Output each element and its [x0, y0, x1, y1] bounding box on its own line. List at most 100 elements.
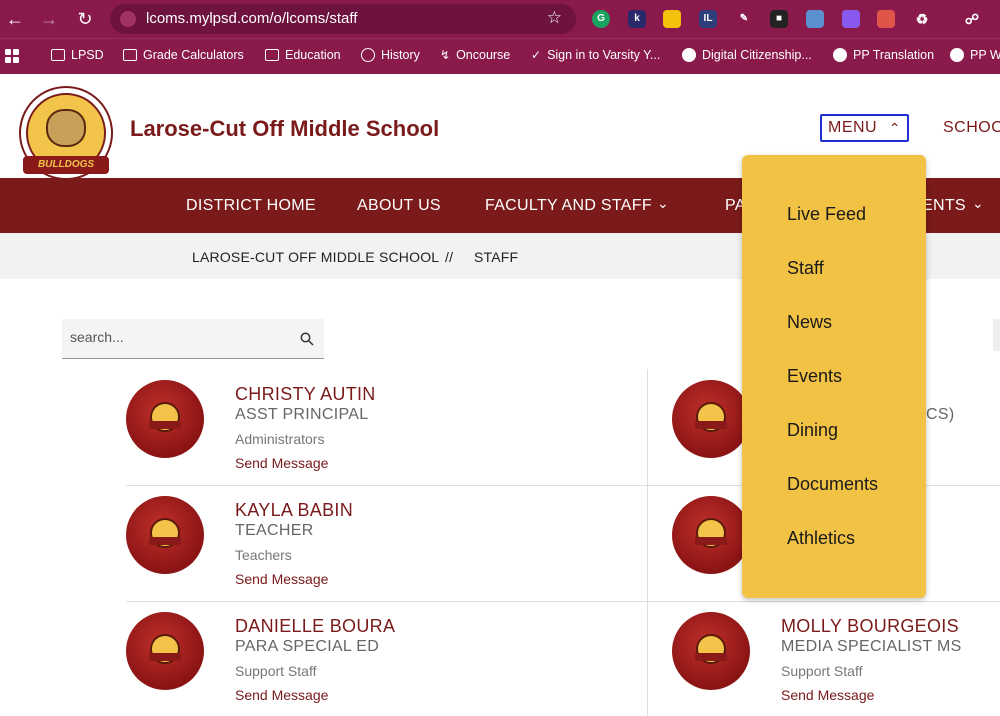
- staff-search: [62, 319, 324, 359]
- send-message-link[interactable]: Send Message: [235, 687, 328, 703]
- back-arrow-icon[interactable]: ←: [4, 8, 26, 30]
- chevron-up-icon: ⌃: [888, 120, 901, 136]
- image-extension-icon[interactable]: [806, 10, 824, 28]
- tab-search-icon[interactable]: ☍: [963, 10, 981, 28]
- bulldogs-badge-icon: [149, 634, 181, 664]
- school-name[interactable]: Larose-Cut Off Middle School: [130, 116, 439, 142]
- staff-card: KAYLA BABIN TEACHER Teachers Send Messag…: [126, 496, 456, 596]
- globe-icon: [950, 48, 964, 62]
- filter-box-edge[interactable]: [993, 319, 1000, 351]
- staff-title: ASST PRINCIPAL: [235, 406, 369, 423]
- bookmark-star-icon[interactable]: ☆: [547, 8, 562, 28]
- il-extension-icon[interactable]: IL: [699, 10, 717, 28]
- send-message-link[interactable]: Send Message: [235, 455, 328, 471]
- bulldogs-badge-icon: [695, 518, 727, 548]
- avatar: [126, 496, 204, 574]
- bulldog-mascot-icon: [46, 109, 86, 147]
- menu-label: MENU: [828, 119, 878, 136]
- staff-title-partial: CS): [926, 406, 955, 423]
- staff-name[interactable]: KAYLA BABIN: [235, 500, 353, 521]
- grammarly-extension-icon[interactable]: G: [592, 10, 610, 28]
- varsity-icon: ✓: [531, 48, 542, 62]
- avatar: [126, 380, 204, 458]
- staff-title: MEDIA SPECIALIST MS: [781, 638, 962, 655]
- breadcrumb-school[interactable]: LAROSE-CUT OFF MIDDLE SCHOOL: [192, 249, 439, 265]
- eyedropper-extension-icon[interactable]: ✎: [735, 10, 753, 28]
- history-clock-icon: [361, 48, 375, 62]
- avatar: [672, 380, 750, 458]
- menu-item-athletics[interactable]: Athletics: [787, 528, 855, 549]
- staff-title: TEACHER: [235, 522, 314, 539]
- send-message-link[interactable]: Send Message: [781, 687, 874, 703]
- chevron-down-icon[interactable]: ⌄: [657, 195, 669, 212]
- bookmark-pp-translation[interactable]: PP Translation: [833, 48, 934, 62]
- menu-item-live-feed[interactable]: Live Feed: [787, 204, 866, 225]
- search-icon[interactable]: [300, 332, 314, 346]
- avatar: [126, 612, 204, 690]
- menu-dropdown: Live Feed Staff News Events Dining Docum…: [742, 155, 926, 598]
- notes-extension-icon[interactable]: [663, 10, 681, 28]
- folder-icon: [123, 49, 137, 61]
- extensions-puzzle-icon[interactable]: ♻: [913, 10, 931, 28]
- school-logo[interactable]: BULLDOGS: [19, 86, 113, 180]
- schools-link[interactable]: SCHOO: [943, 119, 1000, 137]
- site-info-icon[interactable]: [120, 11, 136, 27]
- staff-name[interactable]: CHRISTY AUTIN: [235, 384, 376, 405]
- globe-icon: [682, 48, 696, 62]
- apps-grid-icon[interactable]: [5, 49, 19, 63]
- send-message-link[interactable]: Send Message: [235, 571, 328, 587]
- nav-faculty-and-staff[interactable]: FACULTY AND STAFF: [485, 197, 652, 215]
- layers-extension-icon[interactable]: [877, 10, 895, 28]
- breadcrumb-current: STAFF: [474, 249, 519, 265]
- avatar: [672, 612, 750, 690]
- staff-department: Support Staff: [235, 663, 317, 679]
- chevron-down-icon[interactable]: ⌄: [972, 195, 984, 212]
- nav-students-partial[interactable]: ENTS: [922, 197, 966, 215]
- staff-card: DANIELLE BOURA PARA SPECIAL ED Support S…: [126, 612, 456, 712]
- bookmarks-bar: LPSD Grade Calculators Education History…: [0, 38, 1000, 74]
- oncourse-icon: ↯: [440, 48, 451, 62]
- reload-icon[interactable]: ↻: [74, 8, 96, 30]
- forward-arrow-icon[interactable]: →: [38, 8, 60, 30]
- box-extension-icon[interactable]: ■: [770, 10, 788, 28]
- nav-district-home[interactable]: DISTRICT HOME: [186, 197, 316, 215]
- bookmark-history[interactable]: History: [361, 48, 420, 62]
- bookmark-pp-w[interactable]: PP W: [950, 48, 1000, 62]
- staff-name[interactable]: MOLLY BOURGEOIS: [781, 616, 959, 637]
- logo-banner: BULLDOGS: [23, 156, 109, 174]
- bookmark-varsity[interactable]: ✓ Sign in to Varsity Y...: [531, 48, 660, 62]
- bookmark-digital-citizenship[interactable]: Digital Citizenship...: [682, 48, 812, 62]
- column-divider: [647, 369, 648, 716]
- purple-extension-icon[interactable]: [842, 10, 860, 28]
- avatar: [672, 496, 750, 574]
- browser-toolbar: ← → ↻ lcoms.mylpsd.com/o/lcoms/staff ☆ G…: [0, 0, 1000, 38]
- row-divider: [126, 601, 1000, 602]
- bookmark-grade-calculators[interactable]: Grade Calculators: [123, 48, 244, 62]
- address-bar[interactable]: lcoms.mylpsd.com/o/lcoms/staff ☆: [110, 4, 576, 34]
- staff-department: Administrators: [235, 431, 325, 447]
- bookmark-education[interactable]: Education: [265, 48, 341, 62]
- staff-title: PARA SPECIAL ED: [235, 638, 380, 655]
- bookmark-lpsd[interactable]: LPSD: [51, 48, 104, 62]
- staff-card: MOLLY BOURGEOIS MEDIA SPECIALIST MS Supp…: [672, 612, 1000, 712]
- globe-icon: [833, 48, 847, 62]
- menu-button[interactable]: MENU ⌃: [820, 114, 909, 142]
- folder-icon: [51, 49, 65, 61]
- bulldogs-badge-icon: [695, 634, 727, 664]
- staff-department: Teachers: [235, 547, 292, 563]
- nav-about-us[interactable]: ABOUT US: [357, 197, 441, 215]
- bulldogs-badge-icon: [149, 518, 181, 548]
- staff-name[interactable]: DANIELLE BOURA: [235, 616, 395, 637]
- bookmark-oncourse[interactable]: ↯ Oncourse: [440, 48, 510, 62]
- menu-item-news[interactable]: News: [787, 312, 832, 333]
- breadcrumb-separator: //: [445, 249, 454, 265]
- search-input[interactable]: [70, 329, 290, 345]
- staff-department: Support Staff: [781, 663, 863, 679]
- menu-item-dining[interactable]: Dining: [787, 420, 838, 441]
- bulldogs-badge-icon: [149, 402, 181, 432]
- folder-icon: [265, 49, 279, 61]
- k-extension-icon[interactable]: k: [628, 10, 646, 28]
- menu-item-events[interactable]: Events: [787, 366, 842, 387]
- menu-item-documents[interactable]: Documents: [787, 474, 878, 495]
- menu-item-staff[interactable]: Staff: [787, 258, 824, 279]
